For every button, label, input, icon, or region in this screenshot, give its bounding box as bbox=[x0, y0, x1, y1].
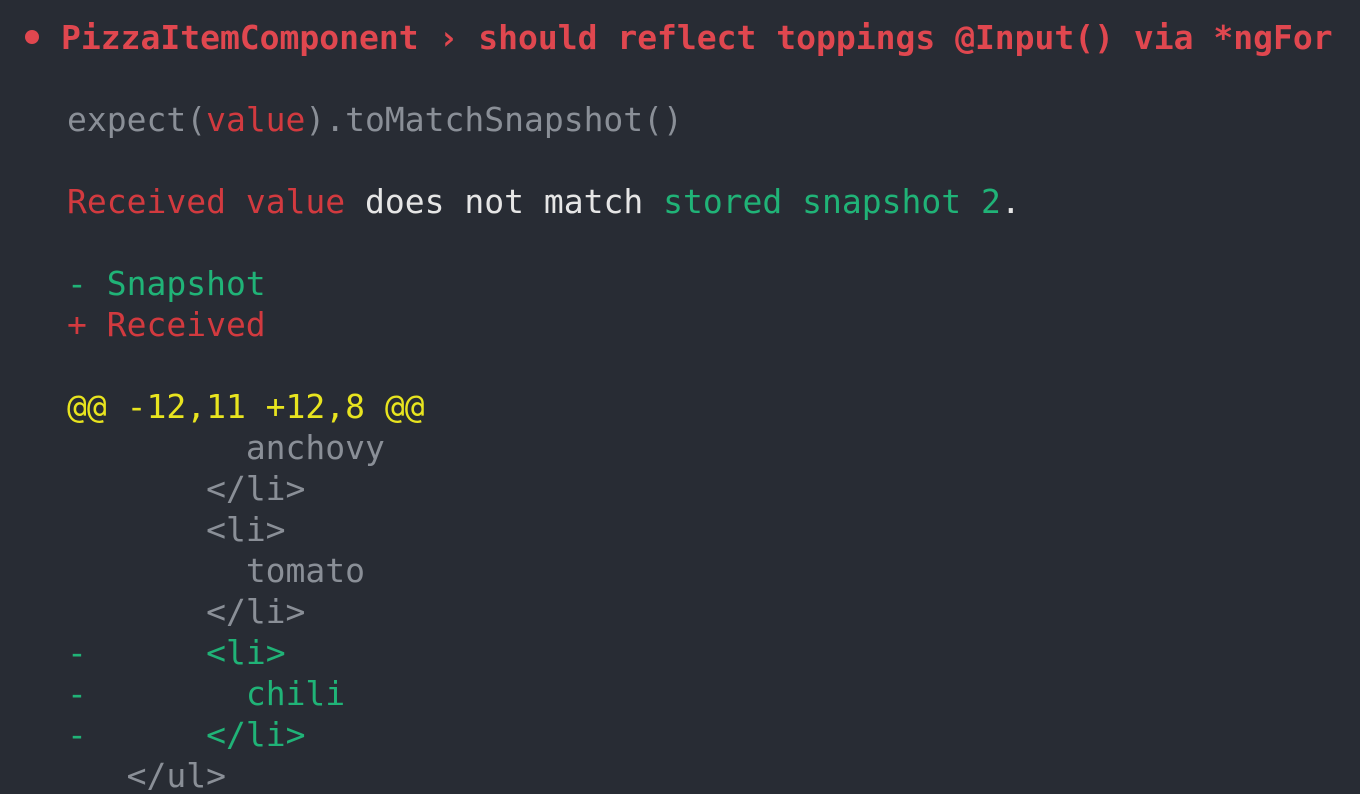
test-title: PizzaItemComponent › should reflect topp… bbox=[25, 17, 1333, 58]
terminal-output: PizzaItemComponent › should reflect topp… bbox=[0, 0, 1360, 794]
mismatch-message: Received value does not match stored sna… bbox=[67, 182, 1021, 221]
matcher-hint: expect(value).toMatchSnapshot() bbox=[67, 100, 683, 139]
diff-text: <li> bbox=[206, 510, 286, 549]
diff-marker: - bbox=[67, 633, 87, 672]
suite-name: PizzaItemComponent bbox=[61, 18, 419, 57]
diff-line-removed: - </li> bbox=[67, 714, 305, 755]
test-name: should reflect toppings @Input() via *ng… bbox=[478, 18, 1333, 57]
diff-line-context: tomato bbox=[67, 550, 365, 591]
diff-line-context: anchovy bbox=[67, 427, 385, 468]
diff-marker: - bbox=[67, 715, 87, 754]
title-separator: › bbox=[438, 18, 459, 57]
legend-received: + Received bbox=[67, 305, 266, 344]
diff-text: chili bbox=[245, 674, 346, 713]
diff-text: anchovy bbox=[245, 428, 385, 467]
matcher-arg: value bbox=[206, 100, 306, 139]
diff-line-context: </li> bbox=[67, 591, 305, 632]
diff-text: </li> bbox=[206, 715, 306, 754]
diff-text: tomato bbox=[245, 551, 366, 590]
diff-line-context: </ul> bbox=[67, 755, 226, 794]
failure-dot-icon bbox=[25, 29, 39, 44]
hunk-header: @@ -12,11 +12,8 @@ bbox=[67, 387, 425, 426]
diff-line-removed: - chili bbox=[67, 673, 345, 714]
diff-text: </ul> bbox=[126, 756, 226, 794]
legend-snapshot: - Snapshot bbox=[67, 264, 266, 303]
diff-text: </li> bbox=[206, 592, 306, 631]
diff-line-removed: - <li> bbox=[67, 632, 286, 673]
diff-line-context: </li> bbox=[67, 468, 305, 509]
diff-marker: - bbox=[67, 674, 87, 713]
diff-line-context: <li> bbox=[67, 509, 286, 550]
diff-text: </li> bbox=[206, 469, 306, 508]
diff-text: <li> bbox=[206, 633, 286, 672]
